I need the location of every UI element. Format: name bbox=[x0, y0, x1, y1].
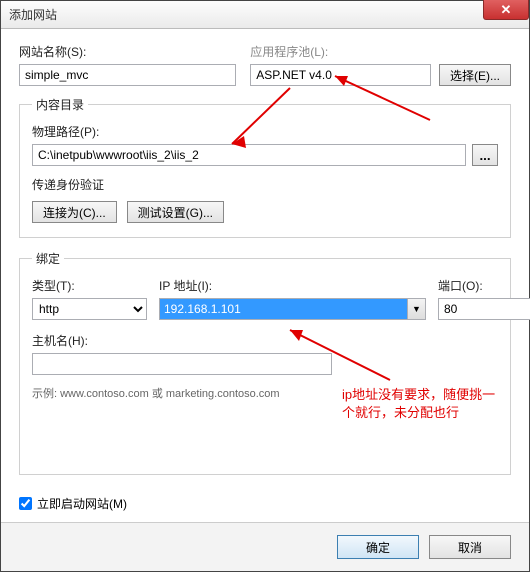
hostname-label: 主机名(H): bbox=[32, 332, 498, 349]
dialog-footer: 确定 取消 bbox=[1, 522, 529, 571]
ellipsis-icon: ... bbox=[479, 148, 490, 163]
start-now-checkbox[interactable] bbox=[19, 497, 32, 510]
example-text: 示例: www.contoso.com 或 marketing.contoso.… bbox=[32, 385, 498, 401]
browse-button[interactable]: ... bbox=[472, 144, 498, 166]
chevron-down-icon[interactable]: ▼ bbox=[407, 299, 425, 319]
ip-input[interactable] bbox=[160, 299, 407, 319]
port-input[interactable] bbox=[438, 298, 530, 320]
port-group: 端口(O): bbox=[438, 277, 498, 320]
app-pool-group: 应用程序池(L): 选择(E)... bbox=[250, 43, 511, 86]
content-dir-fieldset: 内容目录 物理路径(P): ... 传递身份验证 连接为(C)... 测试设置(… bbox=[19, 96, 511, 238]
start-now-row: 立即启动网站(M) bbox=[19, 495, 511, 512]
pass-auth-label: 传递身份验证 bbox=[32, 176, 498, 193]
dialog-content: 网站名称(S): 应用程序池(L): 选择(E)... 内容目录 物理路径(P)… bbox=[1, 29, 529, 522]
type-select[interactable]: http bbox=[32, 298, 147, 320]
physical-path-label: 物理路径(P): bbox=[32, 123, 498, 140]
ok-button[interactable]: 确定 bbox=[337, 535, 419, 559]
binding-legend: 绑定 bbox=[32, 250, 64, 267]
type-group: 类型(T): http bbox=[32, 277, 147, 320]
start-now-label: 立即启动网站(M) bbox=[37, 495, 127, 512]
physical-path-input[interactable] bbox=[32, 144, 466, 166]
ip-group: IP 地址(I): ▼ bbox=[159, 277, 426, 320]
binding-fieldset: 绑定 类型(T): http IP 地址(I): ▼ 端口(O): bbox=[19, 250, 511, 475]
type-label: 类型(T): bbox=[32, 277, 147, 294]
cancel-button[interactable]: 取消 bbox=[429, 535, 511, 559]
site-name-label: 网站名称(S): bbox=[19, 43, 236, 60]
site-name-input[interactable] bbox=[19, 64, 236, 86]
window-title: 添加网站 bbox=[9, 6, 57, 23]
app-pool-label: 应用程序池(L): bbox=[250, 43, 511, 60]
hostname-group: 主机名(H): bbox=[32, 332, 498, 375]
hostname-input[interactable] bbox=[32, 353, 332, 375]
dialog-window: 添加网站 ✕ 网站名称(S): 应用程序池(L): 选择(E)... 内容目录 … bbox=[0, 0, 530, 572]
close-icon: ✕ bbox=[501, 2, 512, 18]
ip-label: IP 地址(I): bbox=[159, 277, 426, 294]
content-dir-legend: 内容目录 bbox=[32, 96, 88, 113]
port-label: 端口(O): bbox=[438, 277, 498, 294]
app-pool-input bbox=[250, 64, 431, 86]
connect-as-button[interactable]: 连接为(C)... bbox=[32, 201, 117, 223]
select-pool-button[interactable]: 选择(E)... bbox=[439, 64, 511, 86]
close-button[interactable]: ✕ bbox=[483, 0, 529, 20]
titlebar: 添加网站 ✕ bbox=[1, 1, 529, 29]
site-name-group: 网站名称(S): bbox=[19, 43, 236, 86]
test-settings-button[interactable]: 测试设置(G)... bbox=[127, 201, 224, 223]
ip-combo[interactable]: ▼ bbox=[159, 298, 426, 320]
